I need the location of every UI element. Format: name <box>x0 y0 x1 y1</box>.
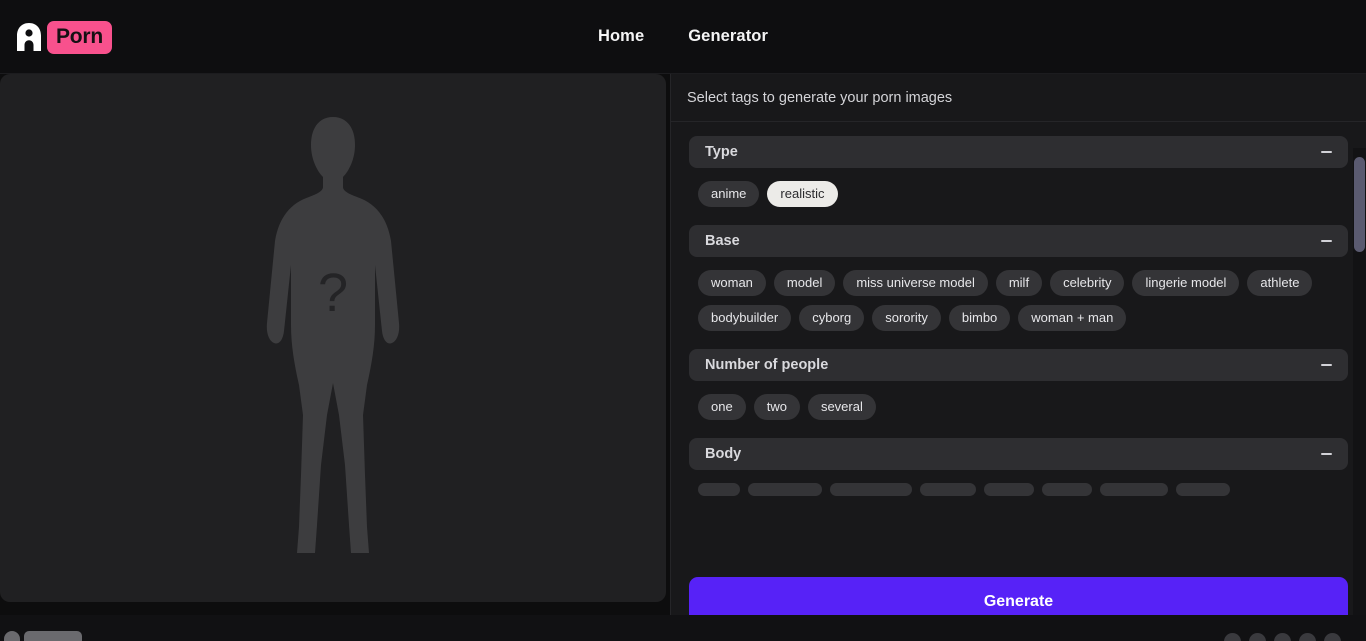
section-title-base: Base <box>705 233 740 249</box>
brand-badge-label: Porn <box>47 20 113 54</box>
tag-chip-body-4[interactable] <box>920 483 976 496</box>
tag-chip-athlete[interactable]: athlete <box>1247 270 1313 296</box>
tag-chip-body-2[interactable] <box>748 483 822 496</box>
minus-icon[interactable] <box>1321 240 1332 242</box>
tag-chip-bodybuilder[interactable]: bodybuilder <box>698 305 792 331</box>
female-silhouette-icon: ? <box>0 74 666 602</box>
tag-selection-panel: Select tags to generate your porn images… <box>670 74 1366 641</box>
top-navigation-bar: Porn Home Generator <box>0 0 1366 74</box>
tag-chip-body-6[interactable] <box>1042 483 1092 496</box>
tag-chip-woman-plus-man[interactable]: woman + man <box>1018 305 1127 331</box>
tag-chip-body-1[interactable] <box>698 483 740 496</box>
tag-chip-several[interactable]: several <box>807 394 876 420</box>
workspace: ? Select tags to generate your porn imag… <box>0 74 1366 641</box>
twitter-icon[interactable] <box>1224 633 1241 641</box>
arch-logo-icon <box>4 631 20 641</box>
tag-chip-two[interactable]: two <box>753 394 800 420</box>
instagram-icon[interactable] <box>1274 633 1291 641</box>
footer-brand-badge <box>24 631 82 641</box>
tag-chip-body-3[interactable] <box>830 483 912 496</box>
tag-chip-body-8[interactable] <box>1176 483 1230 496</box>
minus-icon[interactable] <box>1321 364 1332 366</box>
minus-icon[interactable] <box>1321 453 1332 455</box>
section-title-number-of-people: Number of people <box>705 357 829 373</box>
tag-chip-model[interactable]: model <box>773 270 836 296</box>
footer-brand-logo[interactable] <box>4 631 82 641</box>
tag-chip-woman[interactable]: woman <box>698 270 766 296</box>
tag-chip-bimbo[interactable]: bimbo <box>948 305 1011 331</box>
main-navigation: Home Generator <box>598 27 768 46</box>
tag-chip-group-type: anime realistic <box>689 168 1348 215</box>
tag-chip-milf[interactable]: milf <box>995 270 1043 296</box>
section-title-type: Type <box>705 144 738 160</box>
section-title-body: Body <box>705 446 742 462</box>
footer-social-links[interactable] <box>1224 633 1341 641</box>
brand-logo[interactable]: Porn <box>16 20 113 54</box>
minus-icon[interactable] <box>1321 151 1332 153</box>
tag-chip-one[interactable]: one <box>698 394 746 420</box>
image-preview-panel[interactable]: ? <box>0 74 666 602</box>
footer <box>0 615 1366 641</box>
tag-section-type: Type anime realistic <box>689 136 1348 215</box>
section-header-number-of-people[interactable]: Number of people <box>689 349 1348 381</box>
tag-chip-group-base: woman model miss universe model milf cel… <box>689 257 1348 339</box>
telegram-icon[interactable] <box>1299 633 1316 641</box>
tag-chip-group-number-of-people: one two several <box>689 381 1348 428</box>
tag-chip-group-body <box>689 470 1348 504</box>
page-scrollbar[interactable] <box>1353 148 1366 641</box>
tag-chip-celebrity[interactable]: celebrity <box>1050 270 1125 296</box>
svg-text:?: ? <box>318 263 348 323</box>
nav-link-generator[interactable]: Generator <box>688 27 768 46</box>
section-header-type[interactable]: Type <box>689 136 1348 168</box>
tag-chip-anime[interactable]: anime <box>698 181 760 207</box>
page-scrollbar-thumb[interactable] <box>1354 157 1365 252</box>
arch-logo-icon <box>16 22 42 52</box>
footer-right-area <box>1213 633 1352 641</box>
tag-chip-miss-universe-model[interactable]: miss universe model <box>843 270 988 296</box>
tag-chip-realistic[interactable]: realistic <box>767 181 838 207</box>
section-header-body[interactable]: Body <box>689 438 1348 470</box>
tag-chip-body-5[interactable] <box>984 483 1034 496</box>
discord-icon[interactable] <box>1324 633 1341 641</box>
tag-chip-lingerie-model[interactable]: lingerie model <box>1132 270 1240 296</box>
tag-panel-title: Select tags to generate your porn images <box>687 89 953 106</box>
tag-chip-cyborg[interactable]: cyborg <box>799 305 865 331</box>
tag-section-number-of-people: Number of people one two several <box>689 349 1348 428</box>
section-header-base[interactable]: Base <box>689 225 1348 257</box>
nav-link-home[interactable]: Home <box>598 27 644 46</box>
tag-chip-sorority[interactable]: sorority <box>872 305 941 331</box>
reddit-icon[interactable] <box>1249 633 1266 641</box>
tag-section-body: Body <box>689 438 1348 504</box>
tag-panel-header: Select tags to generate your porn images <box>671 74 1366 122</box>
tag-chip-body-7[interactable] <box>1100 483 1168 496</box>
tag-section-base: Base woman model miss universe model mil… <box>689 225 1348 339</box>
